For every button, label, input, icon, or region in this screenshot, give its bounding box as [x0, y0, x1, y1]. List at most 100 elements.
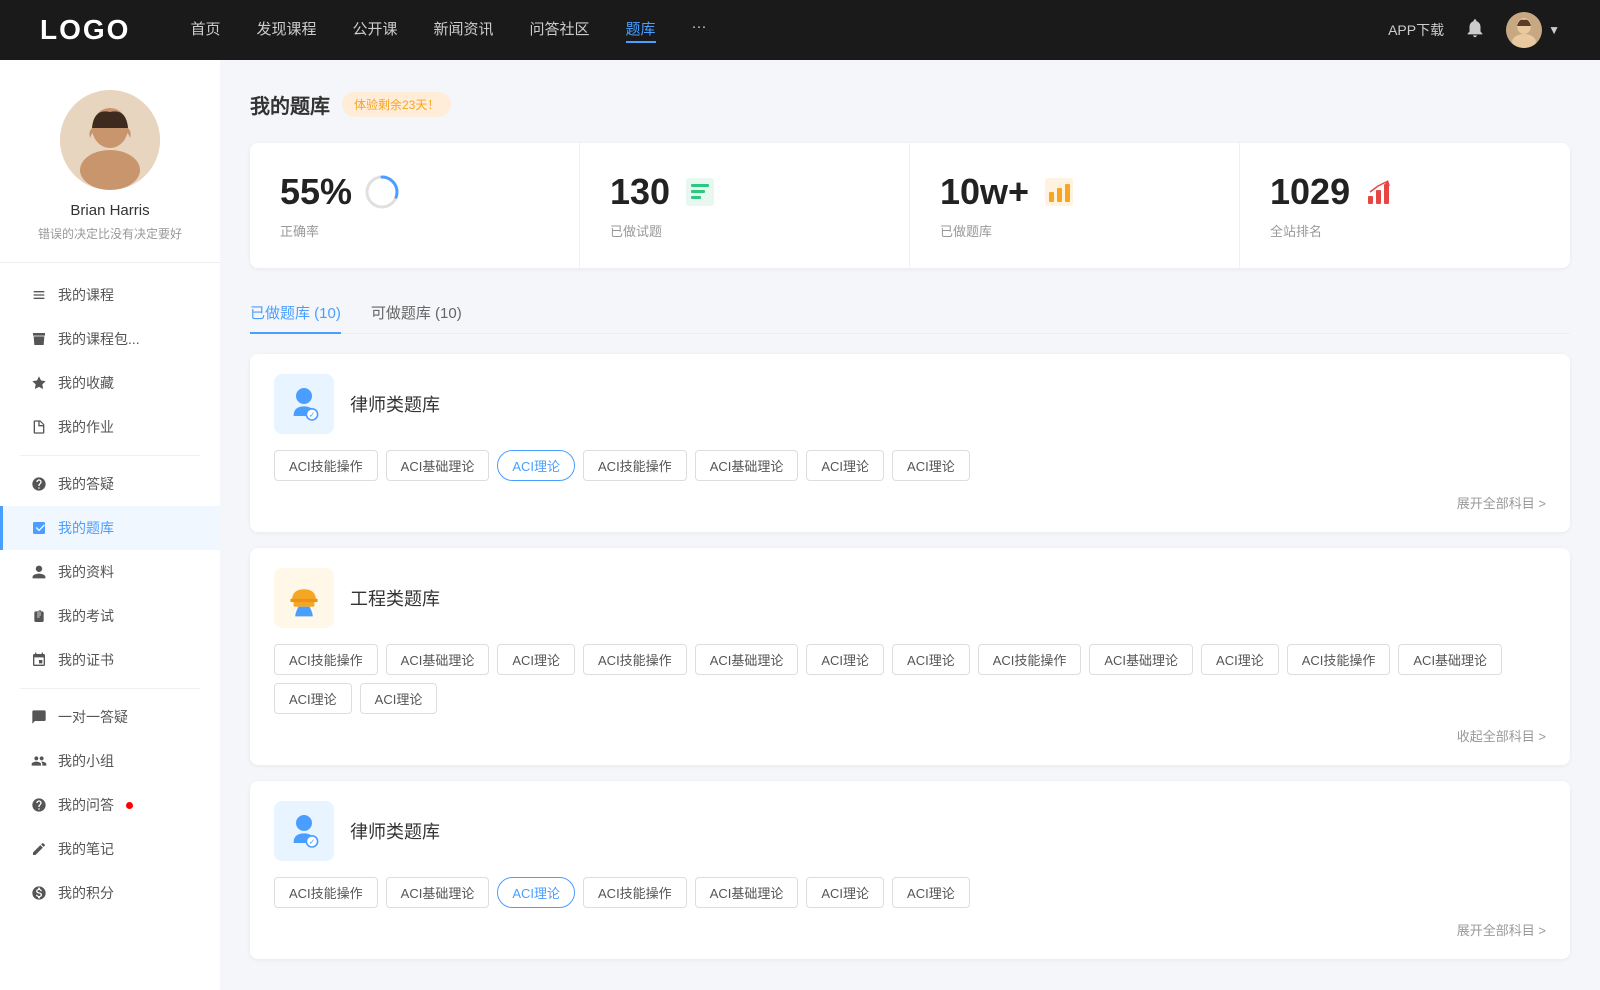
qbank-footer-1: 收起全部科目 >: [274, 726, 1546, 745]
tag-1-0[interactable]: ACI技能操作: [274, 644, 378, 675]
tag-1-11[interactable]: ACI基础理论: [1398, 644, 1502, 675]
sidebar-item-course[interactable]: 我的课程: [0, 273, 220, 317]
page-title: 我的题库: [250, 90, 330, 119]
sidebar-item-exam[interactable]: 我的考试: [0, 594, 220, 638]
sidebar-item-tutor[interactable]: 一对一答疑: [0, 695, 220, 739]
tag-1-12[interactable]: ACI理论: [274, 683, 352, 714]
nav-opencourse[interactable]: 公开课: [352, 18, 397, 43]
tag-0-0[interactable]: ACI技能操作: [274, 450, 378, 481]
stat-accuracy: 55% 正确率: [250, 143, 580, 268]
stat-label-banks: 已做题库: [940, 221, 1209, 240]
logo[interactable]: LOGO: [40, 14, 130, 46]
tag-1-8[interactable]: ACI基础理论: [1089, 644, 1193, 675]
sidebar-item-homework[interactable]: 我的作业: [0, 405, 220, 449]
nav-discover[interactable]: 发现课程: [256, 18, 316, 43]
stat-value-rank: 1029: [1270, 171, 1350, 213]
nav-home[interactable]: 首页: [190, 18, 220, 43]
tag-0-2[interactable]: ACI理论: [497, 450, 575, 481]
stat-top-accuracy: 55%: [280, 171, 549, 213]
package-icon: [30, 330, 48, 348]
tag-2-4[interactable]: ACI基础理论: [695, 877, 799, 908]
tag-0-6[interactable]: ACI理论: [892, 450, 970, 481]
tag-1-10[interactable]: ACI技能操作: [1287, 644, 1391, 675]
accuracy-icon: [364, 174, 400, 210]
expand-link-2[interactable]: 展开全部科目 >: [1457, 920, 1546, 939]
tag-2-2[interactable]: ACI理论: [497, 877, 575, 908]
stat-questions: 130 已做试题: [580, 143, 910, 268]
profile-name: Brian Harris: [70, 202, 149, 219]
tag-1-6[interactable]: ACI理论: [892, 644, 970, 675]
expand-link-0[interactable]: 展开全部科目 >: [1457, 493, 1546, 512]
qbank-icon-lawyer: ✓: [274, 374, 334, 434]
qbank-card-2: ✓ 律师类题库 ACI技能操作 ACI基础理论 ACI理论 ACI技能操作 AC…: [250, 781, 1570, 959]
tutor-icon: [30, 708, 48, 726]
sidebar-item-package[interactable]: 我的课程包...: [0, 317, 220, 361]
cert-icon: [30, 651, 48, 669]
stat-value-questions: 130: [610, 171, 670, 213]
sidebar-item-qa[interactable]: 我的答疑: [0, 462, 220, 506]
page-header: 我的题库 体验剩余23天！: [250, 90, 1570, 119]
sidebar: Brian Harris 错误的决定比没有决定要好 我的课程 我的课程包...: [0, 60, 220, 990]
sidebar-item-favorites[interactable]: 我的收藏: [0, 361, 220, 405]
tag-2-3[interactable]: ACI技能操作: [583, 877, 687, 908]
sidebar-item-points[interactable]: 我的积分: [0, 871, 220, 915]
sidebar-divider-1: [20, 455, 200, 456]
nav-qa[interactable]: 问答社区: [530, 18, 590, 43]
tag-0-4[interactable]: ACI基础理论: [695, 450, 799, 481]
tag-0-5[interactable]: ACI理论: [806, 450, 884, 481]
sidebar-item-notes[interactable]: 我的笔记: [0, 827, 220, 871]
profile-motto: 错误的决定比没有决定要好: [38, 225, 182, 242]
qbank-header-1: 工程类题库: [274, 568, 1546, 628]
tag-2-1[interactable]: ACI基础理论: [386, 877, 490, 908]
tab-done[interactable]: 已做题库 (10): [250, 292, 341, 333]
notification-dot: [126, 802, 133, 809]
tag-1-7[interactable]: ACI技能操作: [978, 644, 1082, 675]
note-icon: [30, 840, 48, 858]
tag-1-5[interactable]: ACI理论: [806, 644, 884, 675]
tag-1-4[interactable]: ACI基础理论: [695, 644, 799, 675]
app-download-btn[interactable]: APP下载: [1388, 20, 1444, 40]
tabs-row: 已做题库 (10) 可做题库 (10): [250, 292, 1570, 334]
qbank-list: ✓ 律师类题库 ACI技能操作 ACI基础理论 ACI理论 ACI技能操作 AC…: [250, 354, 1570, 959]
nav-qbank[interactable]: 题库: [626, 18, 656, 43]
qbank-title-1: 工程类题库: [350, 585, 440, 611]
tag-2-5[interactable]: ACI理论: [806, 877, 884, 908]
qbank-card-0: ✓ 律师类题库 ACI技能操作 ACI基础理论 ACI理论 ACI技能操作 AC…: [250, 354, 1570, 532]
nav-more[interactable]: ···: [692, 18, 707, 43]
star-icon: [30, 374, 48, 392]
sidebar-item-cert[interactable]: 我的证书: [0, 638, 220, 682]
qbank-header-2: ✓ 律师类题库: [274, 801, 1546, 861]
sidebar-item-group[interactable]: 我的小组: [0, 739, 220, 783]
sidebar-item-questions[interactable]: 我的问答: [0, 783, 220, 827]
qbank-tags-0: ACI技能操作 ACI基础理论 ACI理论 ACI技能操作 ACI基础理论 AC…: [274, 450, 1546, 481]
sidebar-item-profile[interactable]: 我的资料: [0, 550, 220, 594]
stat-value-accuracy: 55%: [280, 171, 352, 213]
tag-0-3[interactable]: ACI技能操作: [583, 450, 687, 481]
tag-1-2[interactable]: ACI理论: [497, 644, 575, 675]
points-icon: [30, 884, 48, 902]
tag-2-6[interactable]: ACI理论: [892, 877, 970, 908]
tag-1-1[interactable]: ACI基础理论: [386, 644, 490, 675]
qbank-tags-2: ACI技能操作 ACI基础理论 ACI理论 ACI技能操作 ACI基础理论 AC…: [274, 877, 1546, 908]
profile-avatar: [60, 90, 160, 190]
qbank-icon: [30, 519, 48, 537]
tab-available[interactable]: 可做题库 (10): [371, 292, 462, 333]
tag-1-9[interactable]: ACI理论: [1201, 644, 1279, 675]
collapse-link-1[interactable]: 收起全部科目 >: [1457, 726, 1546, 745]
rank-icon: [1362, 174, 1398, 210]
main-nav: 首页 发现课程 公开课 新闻资讯 问答社区 题库 ···: [190, 18, 1388, 43]
stat-banks: 10w+ 已做题库: [910, 143, 1240, 268]
tag-1-13[interactable]: ACI理论: [360, 683, 438, 714]
stat-label-accuracy: 正确率: [280, 221, 549, 240]
profile-icon: [30, 563, 48, 581]
tag-1-3[interactable]: ACI技能操作: [583, 644, 687, 675]
sidebar-item-qbank[interactable]: 我的题库: [0, 506, 220, 550]
tag-0-1[interactable]: ACI基础理论: [386, 450, 490, 481]
header: LOGO 首页 发现课程 公开课 新闻资讯 问答社区 题库 ··· APP下载 …: [0, 0, 1600, 60]
sidebar-divider-2: [20, 688, 200, 689]
notification-button[interactable]: [1464, 17, 1486, 44]
main-layout: Brian Harris 错误的决定比没有决定要好 我的课程 我的课程包...: [0, 60, 1600, 990]
user-avatar-button[interactable]: ▼: [1506, 12, 1560, 48]
tag-2-0[interactable]: ACI技能操作: [274, 877, 378, 908]
nav-news[interactable]: 新闻资讯: [434, 18, 494, 43]
